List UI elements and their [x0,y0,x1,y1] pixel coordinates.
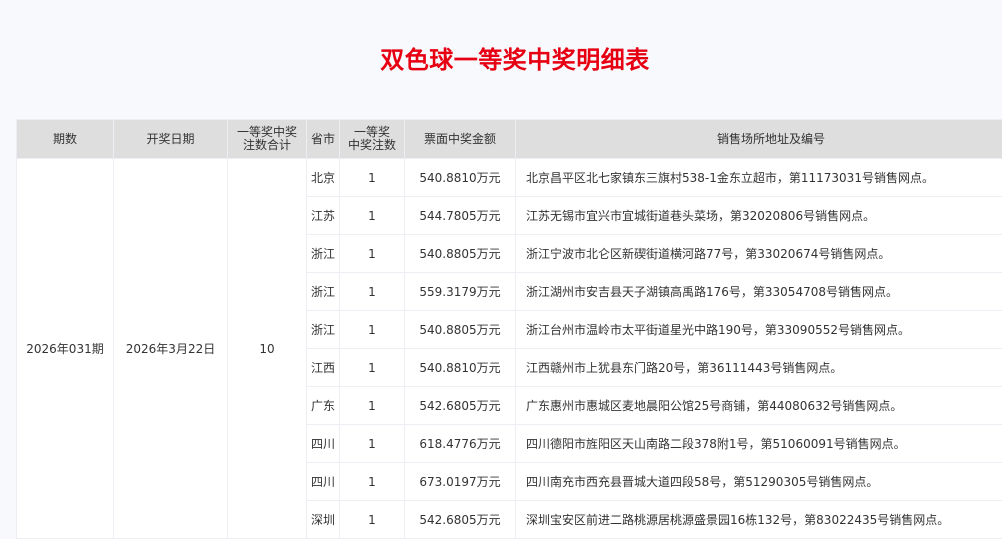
province-cell: 浙江 [307,311,340,349]
count-cell: 1 [340,387,405,425]
province-cell: 江西 [307,349,340,387]
header-address: 销售场所地址及编号 [516,120,1002,159]
date-cell: 2026年3月22日 [114,159,228,539]
province-cell: 四川 [307,425,340,463]
table-header: 期数 开奖日期 一等奖中奖注数合计 省市 一等奖中奖注数 票面中奖金额 销售场所… [17,120,1002,159]
province-cell: 广东 [307,387,340,425]
count-cell: 1 [340,349,405,387]
count-cell: 1 [340,501,405,539]
province-cell: 北京 [307,159,340,197]
province-cell: 浙江 [307,273,340,311]
address-cell: 江苏无锡市宜兴市宜城街道巷头菜场，第32020806号销售网点。 [516,197,1002,235]
amount-cell: 542.6805万元 [405,387,516,425]
province-cell: 江苏 [307,197,340,235]
count-cell: 1 [340,311,405,349]
header-date: 开奖日期 [114,120,228,159]
amount-cell: 559.3179万元 [405,273,516,311]
header-province: 省市 [307,120,340,159]
count-cell: 1 [340,235,405,273]
province-cell: 深圳 [307,501,340,539]
address-cell: 深圳宝安区前进二路桃源居桃源盛景园16栋132号，第83022435号销售网点。 [516,501,1002,539]
amount-cell: 618.4776万元 [405,425,516,463]
address-cell: 四川德阳市旌阳区天山南路二段378附1号，第51060091号销售网点。 [516,425,1002,463]
address-cell: 浙江湖州市安吉县天子湖镇高禹路176号，第33054708号销售网点。 [516,273,1002,311]
amount-cell: 540.8810万元 [405,159,516,197]
header-total: 一等奖中奖注数合计 [228,120,307,159]
issue-cell: 2026年031期 [17,159,114,539]
amount-cell: 540.8805万元 [405,235,516,273]
province-cell: 浙江 [307,235,340,273]
address-cell: 四川南充市西充县晋城大道四段58号，第51290305号销售网点。 [516,463,1002,501]
amount-cell: 544.7805万元 [405,197,516,235]
count-cell: 1 [340,425,405,463]
address-cell: 广东惠州市惠城区麦地晨阳公馆25号商铺，第44080632号销售网点。 [516,387,1002,425]
province-cell: 四川 [307,463,340,501]
count-cell: 1 [340,197,405,235]
table-row: 2026年031期2026年3月22日10北京1540.8810万元北京昌平区北… [17,159,1002,197]
count-cell: 1 [340,273,405,311]
count-cell: 1 [340,159,405,197]
header-amount: 票面中奖金额 [405,120,516,159]
page-title: 双色球一等奖中奖明细表 [0,40,1002,75]
amount-cell: 542.6805万元 [405,501,516,539]
address-cell: 浙江台州市温岭市太平街道星光中路190号，第33090552号销售网点。 [516,311,1002,349]
address-cell: 江西赣州市上犹县东门路20号，第36111443号销售网点。 [516,349,1002,387]
address-cell: 北京昌平区北七家镇东三旗村538-1金东立超市，第11173031号销售网点。 [516,159,1002,197]
amount-cell: 540.8805万元 [405,311,516,349]
header-issue: 期数 [17,120,114,159]
amount-cell: 540.8810万元 [405,349,516,387]
amount-cell: 673.0197万元 [405,463,516,501]
total-cell: 10 [228,159,307,539]
address-cell: 浙江宁波市北仑区新碶街道横河路77号，第33020674号销售网点。 [516,235,1002,273]
header-count: 一等奖中奖注数 [340,120,405,159]
prize-table: 期数 开奖日期 一等奖中奖注数合计 省市 一等奖中奖注数 票面中奖金额 销售场所… [16,119,1002,539]
count-cell: 1 [340,463,405,501]
